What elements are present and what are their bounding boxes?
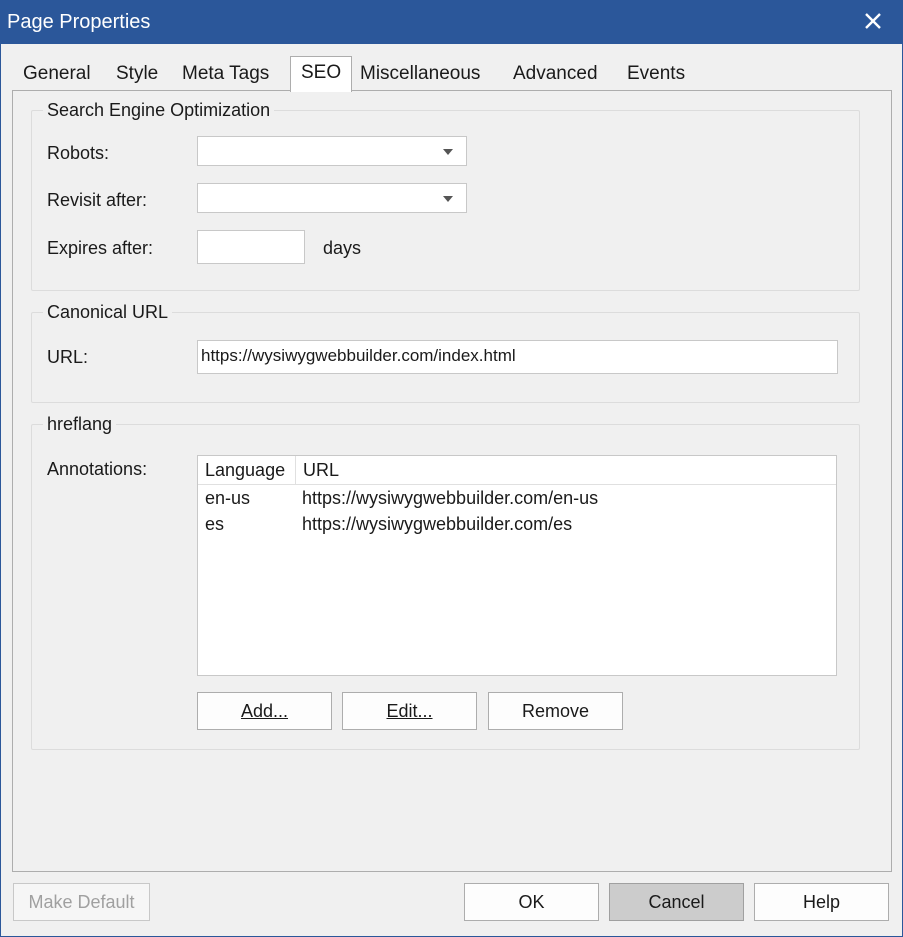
window-border-left — [0, 44, 1, 937]
list-item-language: en-us — [205, 488, 251, 508]
list-header: Language URL — [198, 456, 836, 485]
close-icon[interactable] — [857, 5, 889, 37]
robots-select[interactable] — [197, 136, 467, 166]
ok-button[interactable]: OK — [464, 883, 599, 921]
expires-input[interactable] — [197, 230, 305, 264]
add-button-label: Add... — [240, 701, 289, 721]
seo-group-legend: Search Engine Optimization — [43, 100, 275, 121]
window-title: Page Properties — [7, 11, 151, 33]
hreflang-group-legend: hreflang — [43, 414, 117, 435]
edit-button[interactable]: Edit... — [342, 692, 477, 730]
chevron-down-icon — [443, 196, 453, 202]
list-item-url: https://wysiwygwebbuilder.com/en-us — [302, 488, 599, 508]
expires-unit-label: days — [323, 238, 362, 258]
column-header-language[interactable]: Language — [198, 456, 296, 484]
tab-advanced[interactable]: Advanced — [511, 58, 600, 90]
add-button[interactable]: Add... — [197, 692, 332, 730]
tab-events[interactable]: Events — [625, 58, 687, 90]
tab-miscellaneous[interactable]: Miscellaneous — [358, 58, 482, 90]
robots-label: Robots: — [47, 143, 110, 163]
canonical-url-input[interactable]: https://wysiwygwebbuilder.com/index.html — [197, 340, 838, 374]
chevron-down-icon — [443, 149, 453, 155]
cancel-button[interactable]: Cancel — [609, 883, 744, 921]
list-item[interactable]: es https://wysiwygwebbuilder.com/es — [198, 511, 836, 537]
tab-general[interactable]: General — [21, 58, 93, 90]
title-bar: Page Properties — [0, 0, 903, 44]
annotations-label: Annotations: — [47, 459, 148, 479]
remove-button-label: Remove — [521, 701, 590, 721]
column-header-url[interactable]: URL — [296, 456, 836, 484]
tab-style[interactable]: Style — [114, 58, 160, 90]
remove-button[interactable]: Remove — [488, 692, 623, 730]
url-label: URL: — [47, 347, 89, 367]
revisit-label: Revisit after: — [47, 190, 148, 210]
help-button[interactable]: Help — [754, 883, 889, 921]
list-item[interactable]: en-us https://wysiwygwebbuilder.com/en-u… — [198, 485, 836, 511]
make-default-button[interactable]: Make Default — [13, 883, 150, 921]
tab-seo[interactable]: SEO — [290, 56, 353, 92]
tab-meta-tags[interactable]: Meta Tags — [180, 58, 271, 90]
annotations-list[interactable]: Language URL en-us https://wysiwygwebbui… — [197, 455, 837, 676]
edit-button-label: Edit... — [386, 701, 433, 721]
canonical-group-legend: Canonical URL — [43, 302, 173, 323]
list-item-language: es — [205, 514, 225, 534]
list-item-url: https://wysiwygwebbuilder.com/es — [302, 514, 573, 534]
revisit-select[interactable] — [197, 183, 467, 213]
expires-label: Expires after: — [47, 238, 154, 258]
